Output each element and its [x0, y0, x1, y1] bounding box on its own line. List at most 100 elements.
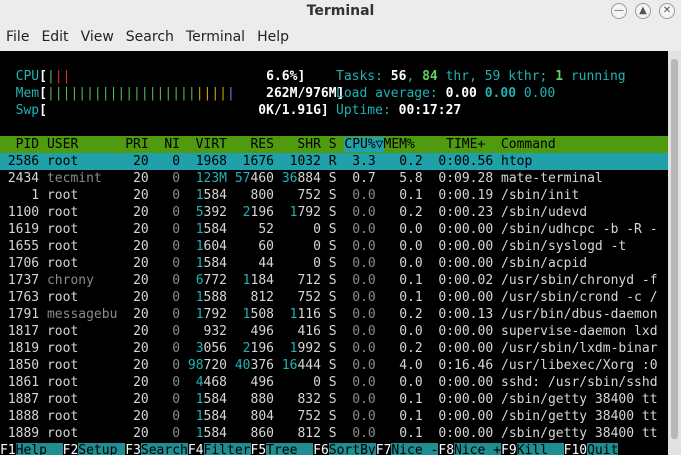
process-row[interactable]: 1850 root 20 0 98720 40376 16444 S 0.0 4…: [0, 357, 668, 374]
cell: 416: [281, 324, 321, 339]
fkey-f1[interactable]: F1Help: [0, 443, 63, 455]
cell: 1992: [289, 341, 321, 356]
fkey-f2[interactable]: F2Setup: [63, 443, 126, 455]
minimize-icon: —: [614, 5, 624, 16]
ni-cell: 0: [156, 171, 181, 186]
menu-file[interactable]: File: [0, 29, 35, 45]
process-row[interactable]: 1 root 20 0 1584 800 752 S 0.0 0.1 0:00.…: [0, 187, 668, 204]
time-cell: 0:00.00: [438, 256, 501, 271]
mem-cell: 0.2: [375, 154, 439, 169]
process-row[interactable]: 1861 root 20 0 4468 496 0 S 0.0 0.0 0:00…: [0, 374, 668, 391]
menu-view[interactable]: View: [75, 29, 120, 45]
fkey-f9[interactable]: F9Kill: [501, 443, 564, 455]
mem-label: Mem: [15, 86, 40, 101]
command-cell: /usr/sbin/chronyd -f: [501, 273, 658, 288]
cpu-cell: 0.0: [344, 358, 376, 373]
state-cell: S: [320, 239, 345, 254]
cell: 880: [234, 392, 274, 407]
fkey-f4[interactable]: F4Filter: [188, 443, 251, 455]
ni-cell: 0: [156, 188, 181, 203]
cell: 36884: [281, 171, 321, 186]
fkey-f3[interactable]: F3Search: [125, 443, 188, 455]
process-row[interactable]: 1887 root 20 0 1584 880 832 S 0.0 0.1 0:…: [0, 391, 668, 408]
process-row[interactable]: 1100 root 20 0 5392 2196 1792 S 0.0 0.2 …: [0, 204, 668, 221]
process-row[interactable]: 2434 tecmint 20 0 123M 57460 36884 S 0.7…: [0, 170, 668, 187]
pid-cell: 1100: [0, 205, 47, 220]
ni-cell: 0: [156, 256, 181, 271]
cell: 0: [281, 375, 321, 390]
user-cell: tecmint: [46, 171, 118, 186]
fkey-f7[interactable]: F7Nice -: [376, 443, 439, 455]
mem-cell: 5.8: [375, 171, 439, 186]
user-cell: root: [46, 222, 118, 237]
minimize-button[interactable]: —: [611, 3, 627, 19]
mem-cell: 0.0: [375, 256, 439, 271]
time-cell: 0:00.00: [438, 239, 501, 254]
fkey-f5[interactable]: F5Tree: [251, 443, 314, 455]
state-cell: S: [320, 341, 345, 356]
ni-cell: 0: [156, 341, 181, 356]
menu-help[interactable]: Help: [251, 29, 295, 45]
tasks-stat: Tasks: 56, 84 thr, 59 kthr; 1 running: [336, 69, 626, 84]
maximize-button[interactable]: ▲: [635, 3, 651, 19]
process-row[interactable]: 1763 root 20 0 1588 812 752 S 0.0 0.1 0:…: [0, 289, 668, 306]
time-cell: 0:00.00: [438, 290, 501, 305]
cpu-cell: 0.0: [344, 188, 376, 203]
ni-cell: 0: [156, 358, 181, 373]
process-table-header[interactable]: PID USER PRI NI VIRT RES SHR S CPU%▽MEM%…: [0, 136, 668, 153]
process-row[interactable]: 1655 root 20 0 1604 60 0 S 0.0 0.0 0:00.…: [0, 238, 668, 255]
menu-search[interactable]: Search: [120, 29, 180, 45]
cpu-cell: 0.0: [344, 307, 376, 322]
process-row[interactable]: 1889 root 20 0 1584 860 812 S 0.0 0.1 0:…: [0, 425, 668, 442]
cell: 1792: [195, 307, 228, 322]
cell: 16444: [281, 358, 321, 373]
cell: 1508: [242, 307, 274, 322]
process-row[interactable]: 1819 root 20 0 3056 2196 1992 S 0.0 0.2 …: [0, 340, 668, 357]
tasks-count: 56: [390, 69, 407, 84]
cpu-cell: 3.3: [344, 154, 376, 169]
cell: 40376: [234, 358, 274, 373]
menu-bar: File Edit View Search Terminal Help: [0, 24, 681, 49]
kthreads-count: 59: [484, 69, 501, 84]
fkey-f6[interactable]: F6SortBy: [313, 443, 376, 455]
header-columns: PID USER PRI NI VIRT RES SHR S: [0, 137, 345, 152]
process-row[interactable]: 1791 messagebu 20 0 1792 1508 1116 S 0.0…: [0, 306, 668, 323]
process-row[interactable]: 1888 root 20 0 1584 804 752 S 0.0 0.1 0:…: [0, 408, 668, 425]
user-cell: root: [46, 341, 118, 356]
state-cell: S: [320, 205, 345, 220]
close-button[interactable]: ✕: [659, 3, 675, 19]
header-cpu-sorted: CPU%▽: [344, 137, 384, 152]
fkey-f10[interactable]: F10Quit: [564, 443, 619, 455]
title-bar[interactable]: Terminal — ▲ ✕: [0, 0, 681, 24]
cell: 1792: [289, 205, 321, 220]
process-row[interactable]: 1706 root 20 0 1584 44 0 S 0.0 0.0 0:00.…: [0, 255, 668, 272]
pri-cell: 20: [117, 205, 157, 220]
cell: 52: [234, 222, 274, 237]
process-row[interactable]: 2586 root 20 0 1968 1676 1032 R 3.3 0.2 …: [0, 153, 668, 170]
user-cell: root: [46, 358, 118, 373]
command-cell: htop: [501, 154, 533, 169]
scrollbar[interactable]: [668, 51, 681, 455]
mem-cell: 0.0: [375, 222, 439, 237]
command-cell: /sbin/getty 38400 tt: [501, 426, 658, 441]
mem-cell: 0.1: [375, 188, 439, 203]
ni-cell: 0: [156, 426, 181, 441]
time-cell: 0:00.00: [438, 222, 501, 237]
threads-count: 84: [422, 69, 438, 84]
cell: 2196: [242, 205, 274, 220]
cpu-cell: 0.0: [344, 409, 376, 424]
process-row[interactable]: 1619 root 20 0 1584 52 0 S 0.0 0.0 0:00.…: [0, 221, 668, 238]
fkey-f8[interactable]: F8Nice +: [438, 443, 501, 455]
cell: 0: [281, 222, 321, 237]
menu-terminal[interactable]: Terminal: [180, 29, 251, 45]
state-cell: S: [320, 375, 345, 390]
pid-cell: 1763: [0, 290, 47, 305]
window-title: Terminal: [306, 3, 375, 19]
menu-edit[interactable]: Edit: [35, 29, 74, 45]
process-row[interactable]: 1817 root 20 0 932 496 416 S 0.0 0.0 0:0…: [0, 323, 668, 340]
scrollbar-thumb[interactable]: [671, 59, 678, 439]
pri-cell: 20: [117, 307, 157, 322]
pid-cell: 1655: [0, 239, 47, 254]
terminal-area[interactable]: CPU[||| 6.6%] Mem[||||||||||||||||||||||…: [0, 51, 668, 455]
process-row[interactable]: 1737 chrony 20 0 6772 1184 712 S 0.0 0.1…: [0, 272, 668, 289]
